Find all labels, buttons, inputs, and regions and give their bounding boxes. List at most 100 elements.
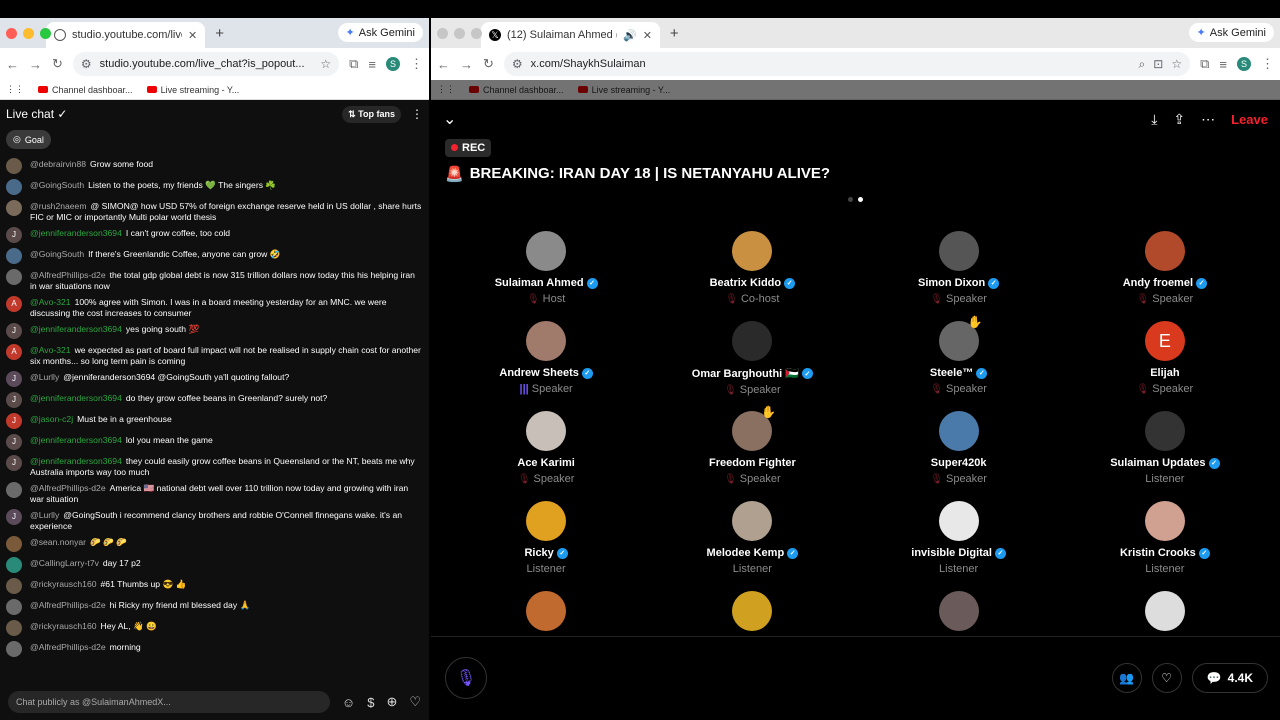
address-bar[interactable]: ⚙ x.com/ShaykhSulaiman ⌕ ⊡ ☆	[503, 52, 1191, 76]
avatar[interactable]: J	[6, 434, 22, 450]
forward-icon[interactable]: →	[460, 57, 473, 72]
chat-message[interactable]: @AlfredPhillips-d2e America 🇺🇸 national d…	[4, 479, 425, 506]
chat-author[interactable]: @rush2naeem	[30, 201, 87, 211]
participant[interactable]: ✋ Steele™ ✓ 🎙 Speaker	[856, 315, 1062, 401]
participant[interactable]: ✋ Freedom Fighter 🎙 Speaker	[649, 405, 855, 491]
participant-avatar[interactable]: E	[1144, 321, 1185, 361]
add-icon[interactable]: ⊕	[386, 694, 397, 710]
super-chat-icon[interactable]: $	[367, 695, 374, 710]
chat-message[interactable]: J @jason-c2j Must be in a greenhouse	[4, 410, 425, 431]
chat-message[interactable]: @rickyrausch160 Hey AL, 👋 😀	[4, 617, 425, 638]
participant[interactable]: Ricky ✓ Listener	[443, 501, 649, 581]
profile-avatar[interactable]: S	[386, 57, 400, 71]
apps-icon[interactable]: ⋮⋮	[437, 84, 455, 95]
participant[interactable]: Melodee Kemp ✓ Listener	[649, 501, 855, 581]
leave-button[interactable]: Leave	[1231, 112, 1268, 127]
participant[interactable]: E Elijah 🎙 Speaker	[1062, 321, 1268, 401]
bookmark-live-streaming[interactable]: Live streaming - Y...	[146, 85, 239, 95]
avatar[interactable]	[6, 482, 22, 498]
participant-avatar[interactable]	[938, 231, 979, 271]
heart-icon[interactable]: ♡	[409, 694, 421, 710]
chat-menu-icon[interactable]: ⋮	[411, 107, 423, 121]
forward-icon[interactable]: →	[29, 57, 42, 72]
ask-gemini-button[interactable]: ✦ Ask Gemini	[1188, 23, 1274, 42]
bookmark-live-streaming[interactable]: Live streaming - Y...	[577, 85, 670, 95]
ask-gemini-button[interactable]: ✦ Ask Gemini	[337, 23, 423, 42]
chat-author[interactable]: @debrairvin88	[30, 159, 86, 169]
avatar[interactable]	[6, 641, 22, 657]
avatar[interactable]	[6, 248, 22, 264]
back-icon[interactable]: ←	[437, 57, 450, 72]
chat-author[interactable]: @GoingSouth	[30, 249, 84, 259]
participant-avatar[interactable]	[938, 591, 979, 631]
minimize-window-button[interactable]	[454, 28, 465, 39]
new-tab-button[interactable]: +	[670, 25, 679, 42]
reactions-button[interactable]: ♡	[1151, 663, 1182, 693]
participant[interactable]: Sulaiman Ahmed ✓ 🎙 Host	[443, 231, 649, 311]
chat-author[interactable]: @jenniferanderson3694	[30, 324, 122, 334]
reload-icon[interactable]: ↻	[52, 56, 63, 72]
avatar[interactable]	[6, 620, 22, 636]
avatar[interactable]	[6, 599, 22, 615]
participant-avatar[interactable]	[1144, 411, 1185, 451]
chat-message[interactable]: J @jenniferanderson3694 do they grow coffe…	[4, 389, 425, 410]
emoji-icon[interactable]: ☺	[342, 695, 355, 710]
bookmark-channel-dashboard[interactable]: Channel dashboar...	[38, 85, 133, 95]
site-info-icon[interactable]: ⚙	[512, 57, 523, 71]
chat-message[interactable]: @CallingLarry-t7v day 17 p2	[4, 554, 425, 575]
chat-message[interactable]: J @jenniferanderson3694 I can't grow coffe…	[4, 224, 425, 245]
close-window-button[interactable]	[437, 28, 448, 39]
chat-message[interactable]: @GoingSouth If there's Greenlandic Coffee…	[4, 245, 425, 266]
close-tab-icon[interactable]: ✕	[643, 29, 652, 42]
participant[interactable]: Beatrix Kiddo ✓ 🎙 Co-host	[649, 231, 855, 311]
menu-icon[interactable]: ⋮	[1261, 56, 1274, 72]
menu-icon[interactable]: ⋮	[410, 56, 423, 72]
avatar[interactable]: J	[6, 455, 22, 471]
goal-chip[interactable]: ◎ Goal	[6, 130, 51, 149]
minimize-space-icon[interactable]: ⤓	[1151, 111, 1157, 128]
avatar[interactable]: J	[6, 509, 22, 525]
chat-message[interactable]: A @Avo-321 we expected as part of board fu…	[4, 341, 425, 368]
participant[interactable]: Super420k 🎙 Speaker	[856, 411, 1062, 491]
participant-avatar[interactable]	[526, 501, 567, 541]
zoom-icon[interactable]: ⌕	[1139, 57, 1146, 72]
chat-author[interactable]: @jason-c2j	[30, 414, 73, 424]
chat-author[interactable]: @AlfredPhillips-d2e	[30, 642, 106, 652]
site-info-icon[interactable]: ⚙	[81, 57, 92, 71]
participant[interactable]: Sulaiman Updates ✓ Listener	[1062, 411, 1268, 491]
bookmark-star-icon[interactable]: ☆	[320, 57, 331, 71]
install-icon[interactable]: ⊡	[1153, 57, 1163, 71]
comments-button[interactable]: 💬 4.4K	[1191, 663, 1268, 693]
participant[interactable]: invisible Digital ✓ Listener	[856, 501, 1062, 581]
avatar[interactable]	[6, 179, 22, 195]
participant[interactable]: Ace Karimi 🎙 Speaker	[443, 411, 649, 491]
chat-message[interactable]: J @Lurlly @GoingSouth i recommend clancy b…	[4, 506, 425, 533]
participant[interactable]: Omar Barghouthi 🇵🇸 ✓ 🎙 Speaker	[649, 321, 855, 401]
participant-avatar[interactable]	[732, 501, 773, 541]
avatar[interactable]: A	[6, 296, 22, 312]
participant[interactable]: Andy froemel ✓ 🎙 Speaker	[1062, 231, 1268, 311]
chat-author[interactable]: @Lurlly	[30, 510, 59, 520]
speaker-icon[interactable]: 🔊	[623, 29, 637, 42]
chat-author[interactable]: @jenniferanderson3694	[30, 435, 122, 445]
chat-author[interactable]: @AlfredPhillips-d2e	[30, 483, 106, 493]
participant-avatar[interactable]	[732, 231, 773, 271]
extension-icon[interactable]: ≡	[368, 57, 376, 72]
edit-icon[interactable]: ✓	[57, 107, 67, 121]
participant-avatar[interactable]	[526, 231, 567, 271]
participant[interactable]: Andrew Sheets ✓ ||| Speaker	[443, 321, 649, 401]
chat-author[interactable]: @AlfredPhillips-d2e	[30, 270, 106, 280]
avatar[interactable]: A	[6, 344, 22, 360]
participant-avatar[interactable]: ✋	[732, 405, 776, 451]
chat-message[interactable]: @rickyrausch160 #61 Thumbs up 😎 👍	[4, 575, 425, 596]
chat-message[interactable]: @GoingSouth Listen to the poets, my frien…	[4, 176, 425, 197]
avatar[interactable]: J	[6, 371, 22, 387]
top-fans-dropdown[interactable]: ⇅ Top fans	[342, 105, 401, 123]
profile-avatar[interactable]: S	[1237, 57, 1251, 71]
avatar[interactable]	[6, 269, 22, 285]
avatar[interactable]: J	[6, 392, 22, 408]
avatar[interactable]: J	[6, 323, 22, 339]
extensions-icon[interactable]: ⧉	[1200, 56, 1209, 72]
chat-message-list[interactable]: @debrairvin88 Grow some food @GoingSouth Li…	[0, 155, 429, 675]
chat-author[interactable]: @AlfredPhillips-d2e	[30, 600, 106, 610]
